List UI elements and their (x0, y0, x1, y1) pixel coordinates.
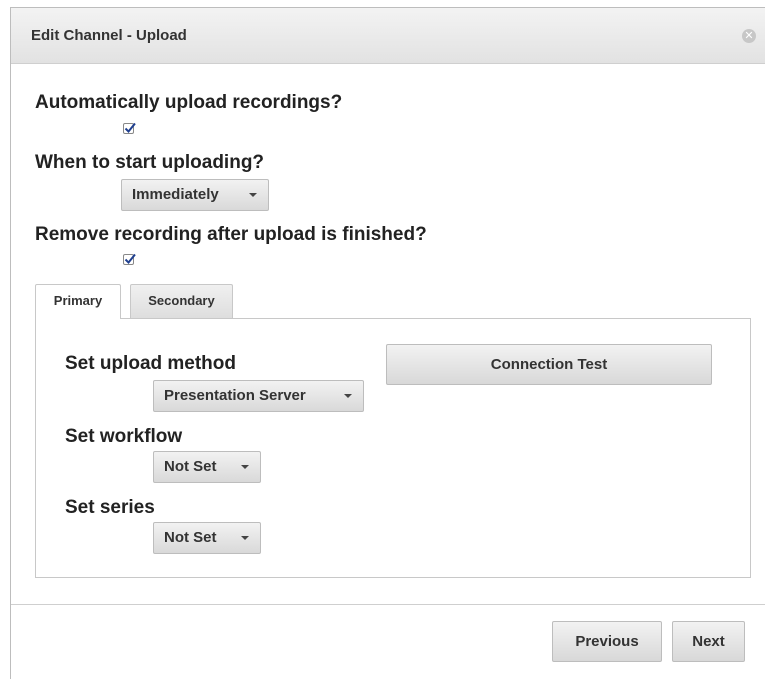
start-upload-value: Immediately (132, 186, 219, 203)
chevron-down-icon (249, 193, 257, 197)
chevron-down-icon (344, 394, 352, 398)
connection-test-button[interactable]: Connection Test (386, 344, 712, 385)
footer-divider (11, 604, 765, 605)
tab-primary[interactable]: Primary (35, 284, 121, 319)
auto-upload-label: Automatically upload recordings? (35, 92, 343, 113)
start-upload-label: When to start uploading? (35, 152, 265, 173)
series-value: Not Set (164, 529, 217, 546)
dialog-title: Edit Channel - Upload (31, 27, 187, 44)
remove-after-label: Remove recording after upload is finishe… (35, 224, 427, 245)
edit-channel-dialog: Edit Channel - Upload ✕ Automatically up… (10, 7, 765, 679)
upload-method-select[interactable]: Presentation Server (153, 380, 364, 412)
checkmark-icon (124, 122, 136, 133)
auto-upload-checkbox[interactable] (123, 122, 136, 134)
upload-method-value: Presentation Server (164, 387, 306, 404)
tab-secondary[interactable]: Secondary (130, 284, 233, 318)
workflow-select[interactable]: Not Set (153, 451, 261, 483)
remove-after-checkbox[interactable] (123, 253, 136, 265)
start-upload-select[interactable]: Immediately (121, 179, 269, 211)
checkmark-icon (124, 253, 136, 264)
previous-button[interactable]: Previous (552, 621, 662, 662)
workflow-value: Not Set (164, 458, 217, 475)
chevron-down-icon (241, 465, 249, 469)
close-icon[interactable]: ✕ (742, 29, 756, 43)
chevron-down-icon (241, 536, 249, 540)
series-select[interactable]: Not Set (153, 522, 261, 554)
upload-method-label: Set upload method (65, 353, 236, 374)
series-label: Set series (65, 497, 155, 518)
workflow-label: Set workflow (65, 426, 183, 447)
dialog-titlebar: Edit Channel - Upload ✕ (11, 8, 765, 64)
next-button[interactable]: Next (672, 621, 745, 662)
